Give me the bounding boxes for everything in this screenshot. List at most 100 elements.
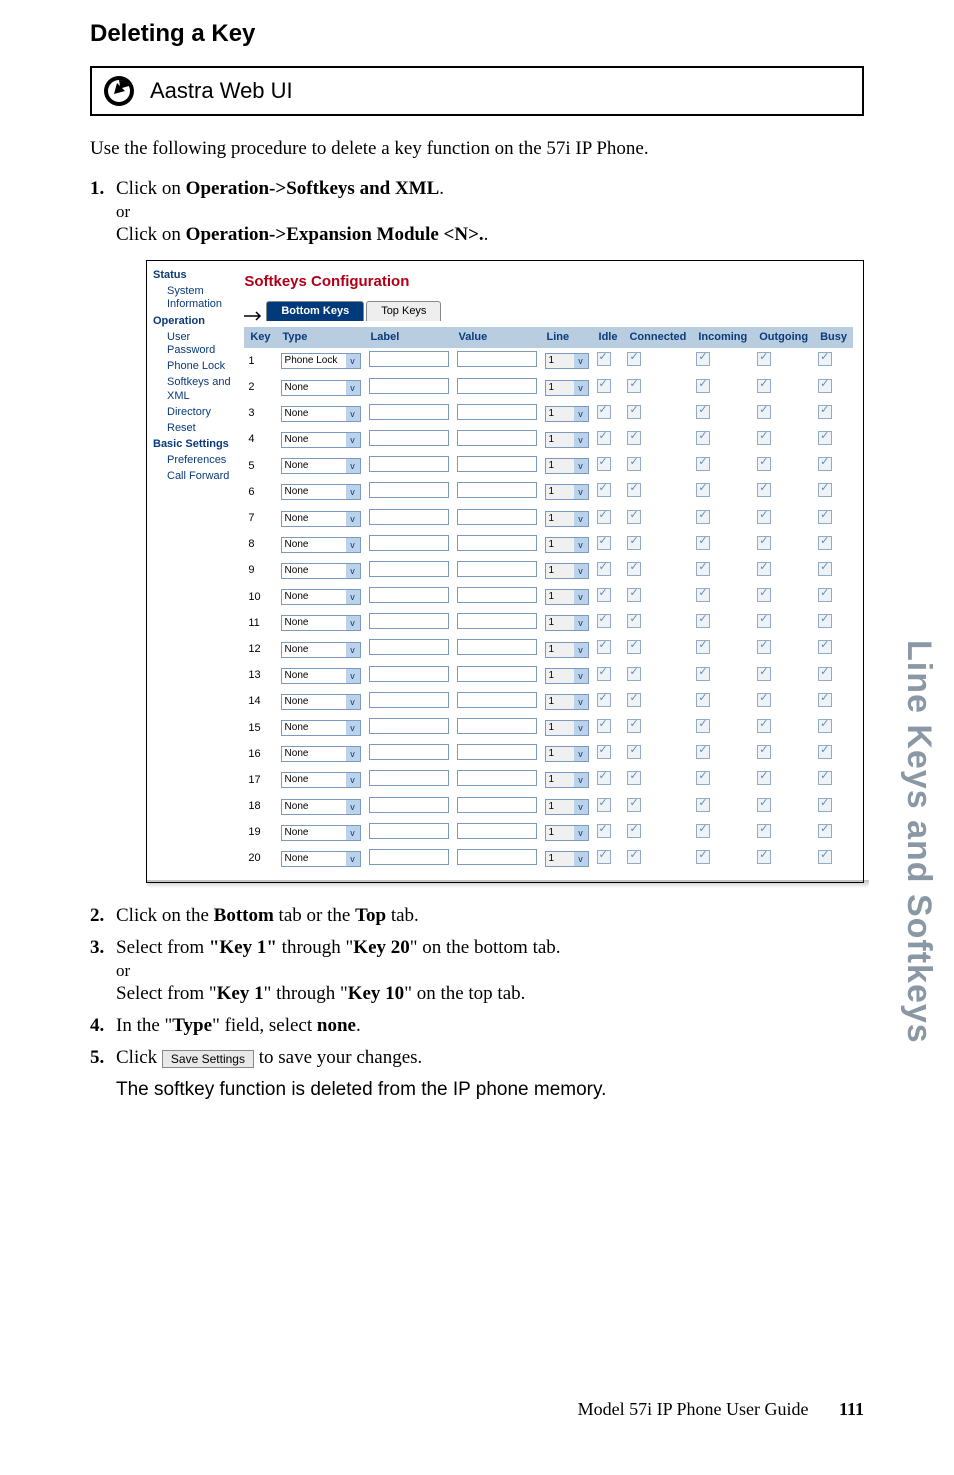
incoming-checkbox[interactable] [696,562,710,576]
save-settings-button[interactable]: Save Settings [162,1050,254,1068]
busy-checkbox[interactable] [818,771,832,785]
type-select[interactable]: Nonev [281,772,361,788]
busy-checkbox[interactable] [818,614,832,628]
label-input[interactable] [369,639,449,655]
busy-checkbox[interactable] [818,483,832,497]
nav-softkeys-xml[interactable]: Softkeys and XML [153,376,234,402]
outgoing-checkbox[interactable] [757,483,771,497]
busy-checkbox[interactable] [818,536,832,550]
connected-checkbox[interactable] [627,667,641,681]
nav-system-information[interactable]: System Information [153,285,234,311]
label-input[interactable] [369,351,449,367]
label-input[interactable] [369,666,449,682]
type-select[interactable]: Nonev [281,458,361,474]
label-input[interactable] [369,613,449,629]
value-input[interactable] [457,404,537,420]
line-select[interactable]: 1v [545,458,589,474]
outgoing-checkbox[interactable] [757,640,771,654]
type-select[interactable]: Nonev [281,563,361,579]
line-select[interactable]: 1v [545,432,589,448]
busy-checkbox[interactable] [818,562,832,576]
connected-checkbox[interactable] [627,431,641,445]
label-input[interactable] [369,692,449,708]
label-input[interactable] [369,770,449,786]
busy-checkbox[interactable] [818,510,832,524]
outgoing-checkbox[interactable] [757,510,771,524]
type-select[interactable]: Nonev [281,615,361,631]
outgoing-checkbox[interactable] [757,405,771,419]
outgoing-checkbox[interactable] [757,798,771,812]
idle-checkbox[interactable] [597,536,611,550]
line-select[interactable]: 1v [545,668,589,684]
value-input[interactable] [457,849,537,865]
incoming-checkbox[interactable] [696,431,710,445]
type-select[interactable]: Nonev [281,537,361,553]
connected-checkbox[interactable] [627,771,641,785]
connected-checkbox[interactable] [627,510,641,524]
idle-checkbox[interactable] [597,483,611,497]
value-input[interactable] [457,639,537,655]
idle-checkbox[interactable] [597,771,611,785]
connected-checkbox[interactable] [627,483,641,497]
tab-top-keys[interactable]: Top Keys [366,301,441,321]
line-select[interactable]: 1v [545,746,589,762]
line-select[interactable]: 1v [545,825,589,841]
value-input[interactable] [457,351,537,367]
connected-checkbox[interactable] [627,562,641,576]
connected-checkbox[interactable] [627,719,641,733]
busy-checkbox[interactable] [818,431,832,445]
label-input[interactable] [369,378,449,394]
incoming-checkbox[interactable] [696,588,710,602]
idle-checkbox[interactable] [597,588,611,602]
idle-checkbox[interactable] [597,850,611,864]
outgoing-checkbox[interactable] [757,562,771,576]
busy-checkbox[interactable] [818,798,832,812]
busy-checkbox[interactable] [818,719,832,733]
busy-checkbox[interactable] [818,640,832,654]
label-input[interactable] [369,430,449,446]
value-input[interactable] [457,823,537,839]
connected-checkbox[interactable] [627,640,641,654]
idle-checkbox[interactable] [597,431,611,445]
value-input[interactable] [457,535,537,551]
line-select[interactable]: 1v [545,353,589,369]
connected-checkbox[interactable] [627,798,641,812]
busy-checkbox[interactable] [818,352,832,366]
idle-checkbox[interactable] [597,824,611,838]
idle-checkbox[interactable] [597,667,611,681]
idle-checkbox[interactable] [597,614,611,628]
nav-reset[interactable]: Reset [153,422,234,435]
incoming-checkbox[interactable] [696,405,710,419]
label-input[interactable] [369,744,449,760]
label-input[interactable] [369,587,449,603]
nav-preferences[interactable]: Preferences [153,454,234,467]
value-input[interactable] [457,456,537,472]
idle-checkbox[interactable] [597,798,611,812]
incoming-checkbox[interactable] [696,379,710,393]
type-select[interactable]: Nonev [281,432,361,448]
label-input[interactable] [369,482,449,498]
outgoing-checkbox[interactable] [757,457,771,471]
label-input[interactable] [369,797,449,813]
label-input[interactable] [369,823,449,839]
line-select[interactable]: 1v [545,615,589,631]
connected-checkbox[interactable] [627,614,641,628]
type-select[interactable]: Nonev [281,720,361,736]
value-input[interactable] [457,509,537,525]
connected-checkbox[interactable] [627,745,641,759]
value-input[interactable] [457,744,537,760]
outgoing-checkbox[interactable] [757,588,771,602]
value-input[interactable] [457,587,537,603]
busy-checkbox[interactable] [818,379,832,393]
line-select[interactable]: 1v [545,772,589,788]
busy-checkbox[interactable] [818,824,832,838]
incoming-checkbox[interactable] [696,536,710,550]
label-input[interactable] [369,561,449,577]
line-select[interactable]: 1v [545,851,589,867]
connected-checkbox[interactable] [627,693,641,707]
incoming-checkbox[interactable] [696,771,710,785]
idle-checkbox[interactable] [597,745,611,759]
idle-checkbox[interactable] [597,405,611,419]
busy-checkbox[interactable] [818,850,832,864]
incoming-checkbox[interactable] [696,850,710,864]
